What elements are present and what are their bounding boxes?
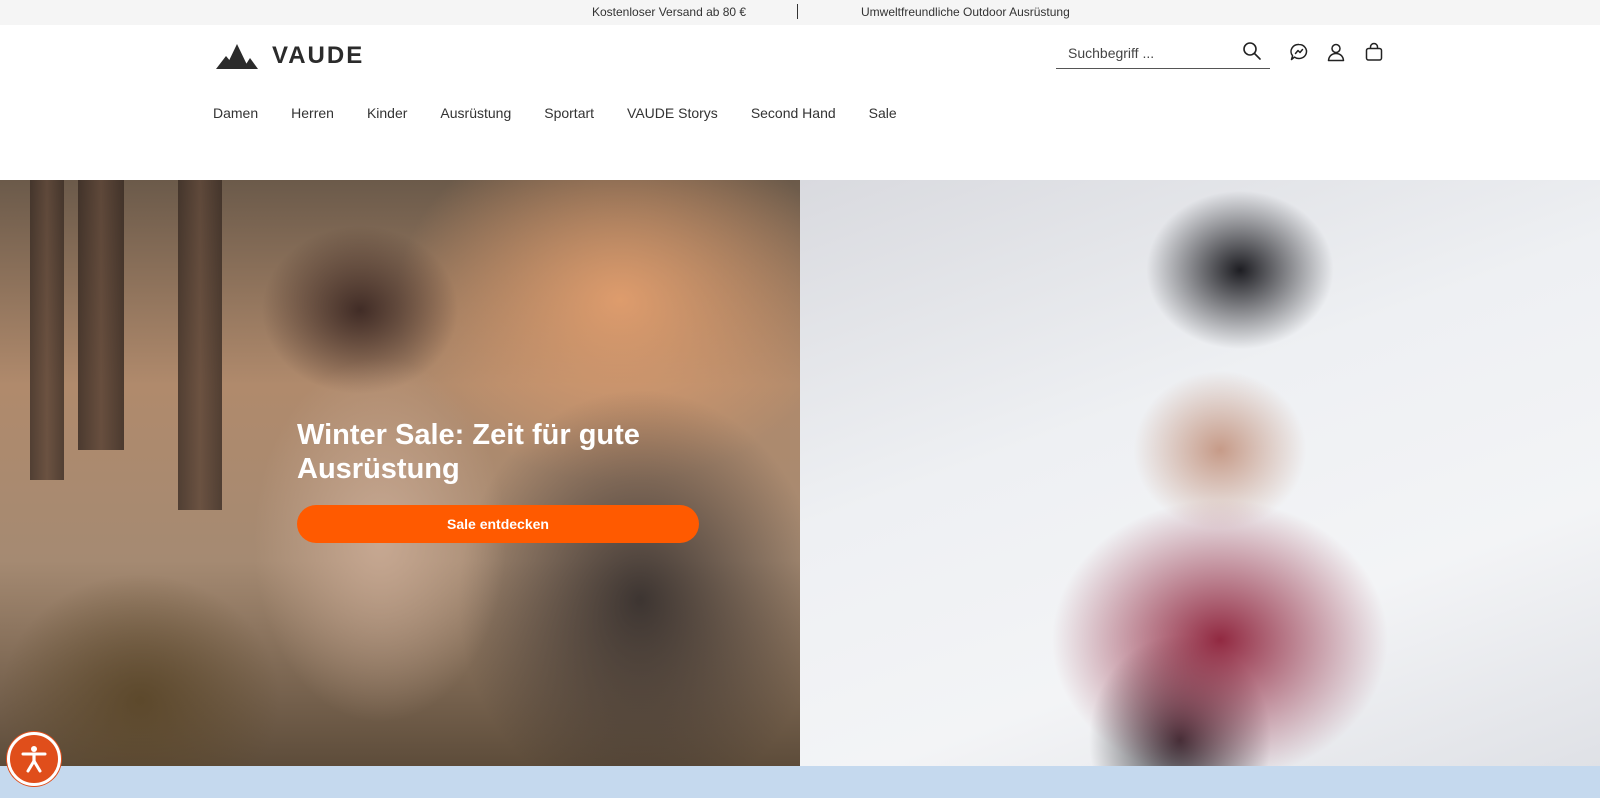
- hero-banner: Winter Sale: Zeit für gute Ausrüstung Sa…: [0, 180, 1600, 766]
- accessibility-icon: [21, 746, 47, 773]
- top-info-bar: Kostenloser Versand ab 80 € Umweltfreund…: [0, 0, 1600, 25]
- nav-item-sale[interactable]: Sale: [869, 105, 897, 125]
- mountain-logo-icon: [216, 44, 258, 69]
- eco-message: Umweltfreundliche Outdoor Ausrüstung: [861, 5, 1070, 19]
- chat-icon[interactable]: [1289, 42, 1309, 62]
- logo-wordmark: VAUDE: [272, 42, 365, 69]
- accessibility-button[interactable]: [7, 732, 61, 786]
- tree-trunk: [30, 180, 64, 480]
- account-icon[interactable]: [1326, 42, 1346, 62]
- tree-trunk: [78, 180, 124, 450]
- cart-icon[interactable]: [1364, 42, 1384, 62]
- hero-title: Winter Sale: Zeit für gute Ausrüstung: [297, 419, 640, 485]
- nav-item-vaude-storys[interactable]: VAUDE Storys: [627, 105, 718, 125]
- sale-discover-button[interactable]: Sale entdecken: [297, 505, 699, 543]
- next-section-band: [0, 766, 1600, 798]
- nav-item-kinder[interactable]: Kinder: [367, 105, 407, 125]
- main-navigation: Damen Herren Kinder Ausrüstung Sportart …: [213, 105, 930, 125]
- nav-item-second-hand[interactable]: Second Hand: [751, 105, 836, 125]
- tree-trunk: [178, 180, 222, 510]
- nav-item-ausruestung[interactable]: Ausrüstung: [440, 105, 511, 125]
- shipping-message: Kostenloser Versand ab 80 €: [592, 5, 747, 19]
- search-icon[interactable]: [1242, 41, 1262, 61]
- nav-item-herren[interactable]: Herren: [291, 105, 334, 125]
- search-input[interactable]: [1068, 40, 1238, 66]
- topbar-divider: [797, 4, 798, 19]
- search-box[interactable]: [1056, 38, 1270, 69]
- hero-image-man-snow[interactable]: [800, 180, 1600, 766]
- vaude-logo[interactable]: VAUDE: [216, 42, 364, 70]
- nav-item-damen[interactable]: Damen: [213, 105, 258, 125]
- nav-item-sportart[interactable]: Sportart: [544, 105, 594, 125]
